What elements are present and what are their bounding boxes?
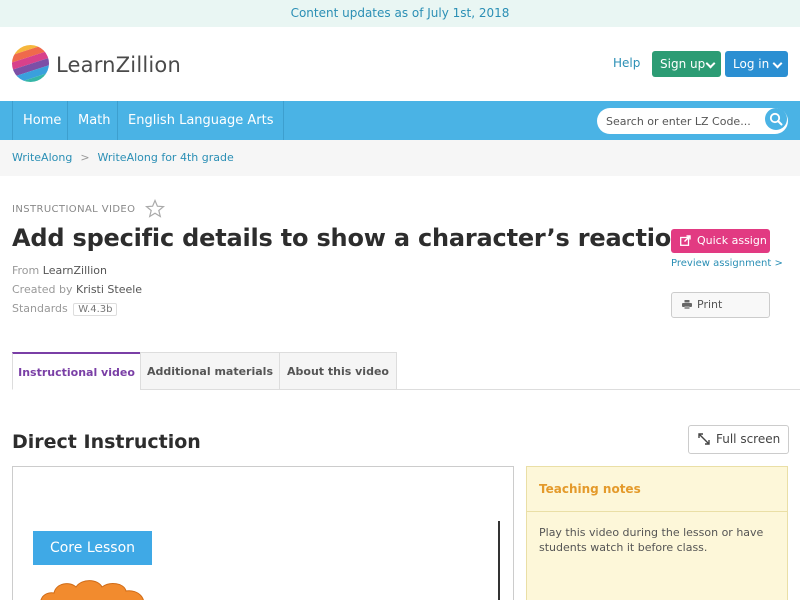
tab-about-this-video[interactable]: About this video <box>279 352 397 390</box>
standard-badge[interactable]: W.4.3b <box>73 303 118 316</box>
preview-assignment-link[interactable]: Preview assignment > <box>671 258 783 269</box>
chevron-down-icon <box>705 58 716 69</box>
search-input[interactable] <box>606 108 756 134</box>
meta-from-label: From <box>12 264 40 277</box>
video-drawing-line <box>498 521 500 600</box>
log-in-button[interactable]: Log in <box>725 51 788 77</box>
teaching-notes-body: Play this video during the lesson or hav… <box>539 526 764 554</box>
meta-standards: Standards W.4.3b <box>12 302 118 316</box>
teaching-notes-divider <box>527 511 787 512</box>
update-banner-text: Content updates as of July 1st, 2018 <box>290 6 510 20</box>
meta-created-label: Created by <box>12 283 73 296</box>
log-in-label: Log in <box>733 57 770 71</box>
search-icon <box>769 112 783 126</box>
expand-icon <box>698 433 710 445</box>
learnzillion-logo-icon[interactable] <box>12 45 49 82</box>
thought-cloud-icon <box>40 580 144 600</box>
meta-standards-label: Standards <box>12 302 68 315</box>
lesson-title: Add specific details to show a character… <box>12 224 703 252</box>
meta-from-value[interactable]: LearnZillion <box>43 264 107 277</box>
update-banner: Content updates as of July 1st, 2018 <box>0 0 800 27</box>
search-box <box>597 108 788 134</box>
sign-up-label: Sign up <box>660 57 706 71</box>
favorite-star-icon[interactable] <box>145 199 165 219</box>
tab-additional-materials[interactable]: Additional materials <box>140 352 280 390</box>
nav-item-home[interactable]: Home <box>12 101 71 140</box>
video-core-lesson-label: Core Lesson <box>33 531 152 565</box>
search-button[interactable] <box>765 108 787 130</box>
chevron-down-icon <box>772 58 783 69</box>
printer-icon <box>682 300 692 309</box>
section-title: Direct Instruction <box>12 431 201 453</box>
main-nav: Home Math English Language Arts <box>0 101 800 140</box>
breadcrumb: WriteAlong > WriteAlong for 4th grade <box>0 140 800 176</box>
meta-created-by: Created by Kristi Steele <box>12 283 142 296</box>
meta-from: From LearnZillion <box>12 264 107 277</box>
teaching-notes-title: Teaching notes <box>539 482 641 496</box>
brand-name[interactable]: LearnZillion <box>56 53 181 77</box>
assign-share-icon <box>680 235 691 246</box>
breadcrumb-writealong[interactable]: WriteAlong <box>12 151 72 164</box>
tab-instructional-video[interactable]: Instructional video <box>12 352 141 390</box>
content-type-label: INSTRUCTIONAL VIDEO <box>12 204 136 215</box>
breadcrumb-separator: > <box>80 151 90 164</box>
help-link[interactable]: Help <box>613 56 640 70</box>
site-header: LearnZillion Help Sign up Log in <box>0 27 800 101</box>
nav-item-math[interactable]: Math <box>67 101 121 140</box>
breadcrumb-writealong-4th-grade[interactable]: WriteAlong for 4th grade <box>98 151 234 164</box>
meta-created-value[interactable]: Kristi Steele <box>76 283 142 296</box>
nav-item-english-language-arts[interactable]: English Language Arts <box>117 101 285 140</box>
sign-up-button[interactable]: Sign up <box>652 51 721 77</box>
